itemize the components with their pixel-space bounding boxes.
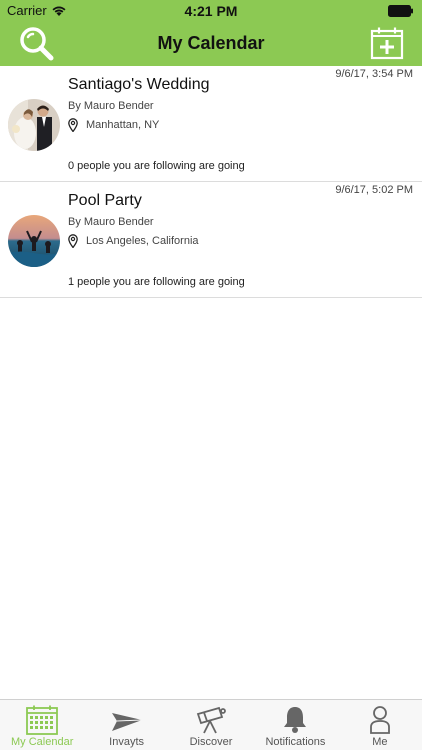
- tab-label: Me: [372, 736, 388, 748]
- tab-label: Invayts: [109, 736, 145, 748]
- event-row-pool-party[interactable]: Pool Party 9/6/17, 5:02 PM By Mauro Bend…: [0, 182, 422, 298]
- event-organizer: By Mauro Bender: [68, 216, 154, 228]
- event-avatar-pool-party: [8, 215, 60, 267]
- event-avatar-wedding: [8, 99, 60, 151]
- event-location: Manhattan, NY: [68, 118, 159, 132]
- event-location: Los Angeles, California: [68, 234, 199, 248]
- tab-me[interactable]: Me: [338, 700, 422, 750]
- tab-label: My Calendar: [11, 736, 74, 748]
- paper-plane-icon: [111, 713, 142, 731]
- event-row-wedding[interactable]: Santiago's Wedding 9/6/17, 3:54 PM By Ma…: [0, 66, 422, 182]
- event-date: 9/6/17, 3:54 PM: [335, 68, 413, 80]
- event-organizer: By Mauro Bender: [68, 100, 154, 112]
- tab-bar: My Calendar Invayts Discover Notificatio…: [0, 699, 422, 750]
- add-event-icon[interactable]: [370, 26, 404, 60]
- status-time: 4:21 PM: [184, 3, 238, 19]
- tab-my-calendar[interactable]: My Calendar: [0, 700, 84, 750]
- event-title: Pool Party: [68, 192, 142, 209]
- status-bar: Carrier 4:21 PM: [0, 0, 422, 22]
- tab-notifications[interactable]: Notifications: [253, 700, 337, 750]
- event-location-label: Los Angeles, California: [86, 235, 199, 247]
- person-icon: [369, 706, 390, 734]
- bell-icon: [284, 707, 307, 733]
- event-list: Santiago's Wedding 9/6/17, 3:54 PM By Ma…: [0, 66, 422, 298]
- tab-invayts[interactable]: Invayts: [84, 700, 168, 750]
- calendar-icon: [26, 705, 59, 735]
- battery-icon: [388, 5, 413, 17]
- location-pin-icon: [68, 118, 78, 132]
- page-title: My Calendar: [157, 33, 265, 53]
- wedding-photo: [8, 99, 60, 151]
- tab-discover[interactable]: Discover: [169, 700, 253, 750]
- tab-label: Discover: [189, 736, 233, 748]
- location-pin-icon: [68, 234, 78, 248]
- pool-party-photo: [8, 215, 60, 267]
- top-bar: Carrier 4:21 PM My Calendar: [0, 0, 422, 66]
- telescope-icon: [196, 706, 226, 734]
- event-date: 9/6/17, 5:02 PM: [335, 184, 413, 196]
- tab-label: Notifications: [265, 736, 326, 748]
- navigation-bar: My Calendar: [0, 22, 422, 66]
- event-location-label: Manhattan, NY: [86, 119, 160, 131]
- event-following-going: 0 people you are following are going: [68, 160, 245, 172]
- event-following-going: 1 people you are following are going: [68, 276, 245, 288]
- event-title: Santiago's Wedding: [68, 76, 210, 93]
